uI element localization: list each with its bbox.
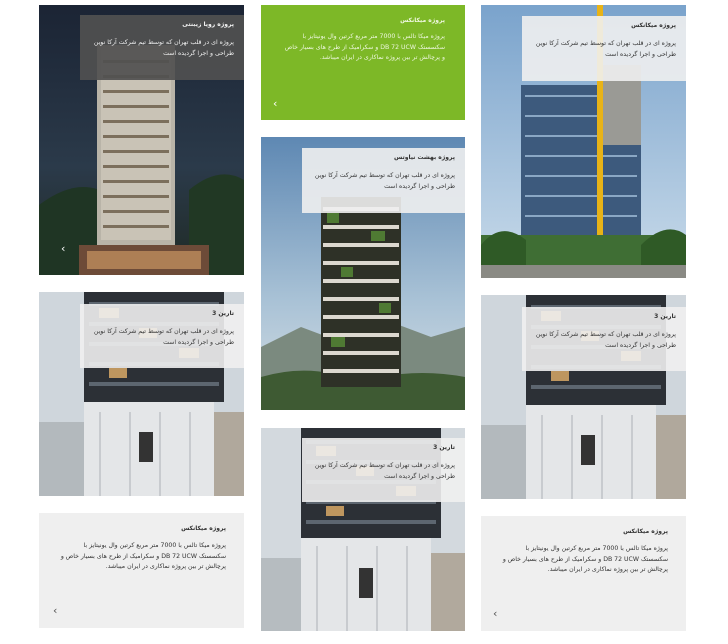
chevron-left-icon[interactable]: ‹ bbox=[273, 98, 277, 109]
project-title: پروژه بهشت نیاوتس bbox=[394, 154, 455, 161]
project-card-behesht[interactable]: پروژه بهشت نیاوتس پروژه ای در قلب تهران … bbox=[261, 137, 465, 410]
project-description: پروژه ای در قلب تهران که توسط تیم شرکت آ… bbox=[314, 462, 455, 480]
project-card-tarin-c[interactable]: تارین 3 پروژه ای در قلب تهران که توسط تی… bbox=[481, 295, 686, 499]
project-card-tarin-a[interactable]: تارین 3 پروژه ای در قلب تهران که توسط تی… bbox=[39, 292, 244, 496]
project-title: تارین 3 bbox=[212, 310, 234, 317]
project-title: پروژه میکانکس bbox=[623, 528, 668, 535]
project-info-overlay: تارین 3 پروژه ای در قلب تهران که توسط تی… bbox=[302, 438, 465, 502]
project-card-mikanex-b[interactable]: پروژه میکانکس پروژه میکا تالس با 7000 مت… bbox=[481, 516, 686, 631]
project-card-roya[interactable]: پروژه رویا زیبنتی پروژه ای در قلب تهران … bbox=[39, 5, 244, 275]
project-info-overlay: پروژه رویا زیبنتی پروژه ای در قلب تهران … bbox=[80, 15, 244, 80]
project-title: پروژه رویا زیبنتی bbox=[182, 21, 234, 28]
project-info-overlay: تارین 3 پروژه ای در قلب تهران که توسط تی… bbox=[522, 307, 686, 371]
project-card-mikanex-construction[interactable]: پروژه میکانکس پروژه ای در قلب تهران که ت… bbox=[481, 5, 686, 278]
project-title: پروژه میکانکس bbox=[400, 17, 445, 24]
project-title: پروژه میکانکس bbox=[631, 22, 676, 29]
project-description: پروژه ای در قلب تهران که توسط تیم شرکت آ… bbox=[93, 328, 234, 346]
project-card-mikanex-green[interactable]: پروژه میکانکس پروژه میکا تالس با 7000 مت… bbox=[261, 5, 465, 120]
project-description: پروژه میکا تالس با 7000 متر مربع کرتین و… bbox=[502, 545, 668, 573]
chevron-left-icon[interactable]: ‹ bbox=[61, 243, 65, 254]
project-info-overlay: پروژه میکانکس پروژه ای در قلب تهران که ت… bbox=[522, 16, 686, 81]
project-description: پروژه میکا تالس با 7000 متر مربع کرتین و… bbox=[284, 33, 445, 61]
project-description: پروژه ای در قلب تهران که توسط تیم شرکت آ… bbox=[535, 40, 676, 58]
project-title: تارین 3 bbox=[433, 444, 455, 451]
project-description: پروژه میکا تالس با 7000 متر مربع کرتین و… bbox=[60, 542, 226, 570]
project-info-overlay: پروژه بهشت نیاوتس پروژه ای در قلب تهران … bbox=[302, 148, 465, 213]
project-title: تارین 3 bbox=[654, 313, 676, 320]
project-description: پروژه ای در قلب تهران که توسط تیم شرکت آ… bbox=[535, 331, 676, 349]
project-title: پروژه میکانکس bbox=[181, 525, 226, 532]
project-description: پروژه ای در قلب تهران که توسط تیم شرکت آ… bbox=[314, 172, 455, 190]
chevron-left-icon[interactable]: ‹ bbox=[493, 608, 497, 619]
project-card-tarin-b[interactable]: تارین 3 پروژه ای در قلب تهران که توسط تی… bbox=[261, 428, 465, 631]
project-info-overlay: تارین 3 پروژه ای در قلب تهران که توسط تی… bbox=[80, 304, 244, 368]
project-card-mikanex-a[interactable]: پروژه میکانکس پروژه میکا تالس با 7000 مت… bbox=[39, 513, 244, 628]
project-description: پروژه ای در قلب تهران که توسط تیم شرکت آ… bbox=[93, 39, 234, 57]
chevron-left-icon[interactable]: ‹ bbox=[53, 605, 57, 616]
